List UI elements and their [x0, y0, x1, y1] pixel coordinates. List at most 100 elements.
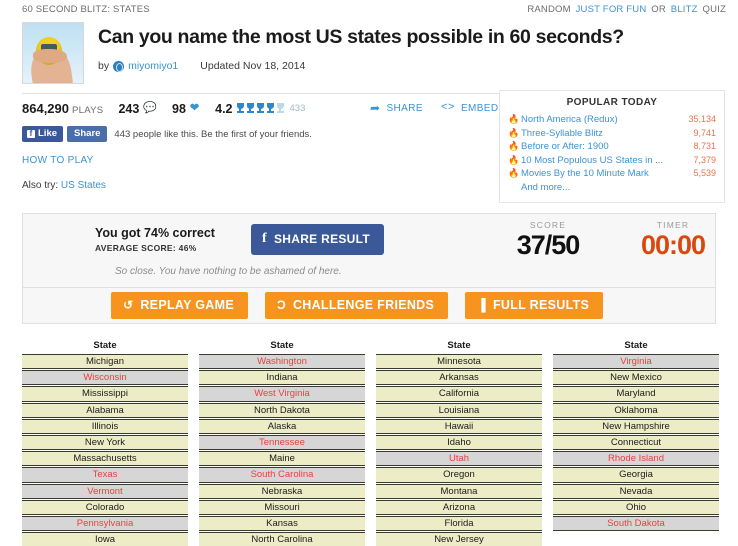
popular-item-name[interactable]: Before or After: 1900	[517, 140, 693, 154]
table-row: New Mexico	[553, 370, 719, 386]
state-name: Wisconsin	[83, 372, 127, 384]
blitz-link[interactable]: BLITZ	[671, 4, 698, 15]
popular-today-item[interactable]: 🔥 Before or After: 1900 8,731	[508, 140, 716, 154]
popular-today-panel: POPULAR TODAY 🔥 North America (Redux) 35,1…	[499, 90, 725, 203]
by-label: by	[98, 60, 110, 72]
trophy-rating-icons[interactable]	[236, 103, 286, 114]
table-row: Arkansas	[376, 370, 542, 386]
favorites-stat[interactable]: 98 ❤	[172, 102, 199, 116]
popular-item-name[interactable]: 10 Most Populous US States in ...	[517, 154, 693, 168]
popular-today-item[interactable]: 🔥 Movies By the 10 Minute Mark 5,539	[508, 167, 716, 181]
rating-count: 433	[289, 103, 306, 114]
state-name: Florida	[444, 518, 474, 530]
facebook-like-button[interactable]: f Like	[22, 126, 64, 142]
state-name: Virginia	[620, 356, 652, 367]
fingers-shape	[33, 49, 67, 63]
state-name: North Carolina	[251, 534, 313, 546]
popular-item-name[interactable]: Three-Syllable Blitz	[517, 127, 693, 141]
also-try-label: Also try:	[22, 180, 59, 191]
state-name: South Carolina	[250, 469, 314, 481]
state-name: Utah	[448, 453, 470, 465]
state-name: Oklahoma	[614, 404, 658, 416]
rating-stat[interactable]: 4.2 433	[215, 102, 305, 116]
state-name: New York	[84, 437, 126, 449]
also-try-link[interactable]: US States	[61, 180, 106, 191]
result-panel: You got 74% correct AVERAGE SCORE: 46% f…	[22, 213, 716, 324]
state-name: Alabama	[86, 404, 124, 416]
quiz-header: Can you name the most US states possible…	[0, 19, 738, 84]
heart-icon: ❤	[189, 102, 200, 114]
replay-icon: ↺	[123, 298, 134, 312]
results-table: State Michigan Wisconsin Mississippi Alabama…	[22, 340, 722, 546]
result-summary: You got 74% correct AVERAGE SCORE: 46% f…	[23, 214, 715, 288]
state-name: Tennessee	[259, 437, 305, 449]
header-text-block: Can you name the most US states possible…	[84, 22, 624, 84]
table-row: Colorado	[22, 499, 188, 516]
popular-and-more-link[interactable]: And more...	[508, 181, 716, 195]
table-row: Ohio	[553, 499, 719, 516]
plays-label: PLAYS	[72, 105, 104, 116]
byline: by miyomiyo1 Updated Nov 18, 2014	[98, 60, 624, 72]
author-link[interactable]: miyomiyo1	[128, 60, 178, 72]
random-label: RANDOM	[527, 4, 571, 15]
embed-code-icon: <>	[440, 102, 455, 114]
popular-item-count: 5,539	[693, 168, 716, 178]
comments-count: 243	[118, 101, 140, 116]
popular-item-name[interactable]: Movies By the 10 Minute Mark	[517, 167, 693, 181]
share-button[interactable]: SHARE	[386, 103, 422, 114]
table-row: South Dakota	[553, 516, 719, 532]
comments-stat[interactable]: 243 💬	[118, 102, 157, 116]
table-row: South Carolina	[199, 467, 365, 483]
popular-item-count: 9,741	[693, 127, 716, 138]
state-name: Mississippi	[82, 388, 128, 400]
state-name: South Dakota	[607, 518, 665, 530]
table-row: Michigan	[22, 354, 188, 370]
share-arrow-icon: ➦	[370, 101, 381, 115]
score-summary-text: You got 74% correct AVERAGE SCORE: 46%	[95, 226, 215, 253]
full-results-button[interactable]: ▐ FULL RESULTS	[465, 292, 604, 319]
facebook-social-text: 443 people like this. Be the first of yo…	[114, 128, 312, 140]
column-header: State	[447, 340, 471, 351]
table-row: Rhode Island	[553, 451, 719, 467]
state-name: Louisiana	[438, 404, 480, 416]
state-name: New Hampshire	[602, 420, 670, 432]
table-row: Arizona	[376, 499, 542, 516]
table-row: Georgia	[553, 467, 719, 483]
percent-correct: You got 74% correct	[95, 226, 215, 240]
table-row: Florida	[376, 516, 542, 532]
replay-button[interactable]: ↺ REPLAY GAME	[111, 292, 248, 319]
popular-today-item[interactable]: 🔥 North America (Redux) 35,134	[508, 113, 716, 127]
flame-icon: 🔥	[508, 114, 520, 124]
state-name: Michigan	[85, 356, 125, 367]
state-name: Montana	[440, 485, 478, 497]
stopwatch-thumbnail-image[interactable]	[22, 22, 84, 84]
quiz-results-page: 60 SECOND BLITZ: STATES RANDOM JUST FOR …	[0, 0, 738, 546]
timer-value: 00:00	[640, 230, 706, 260]
just-for-fun-link[interactable]: JUST FOR FUN	[576, 4, 647, 15]
popular-item-name[interactable]: North America (Redux)	[517, 113, 688, 127]
popular-today-item[interactable]: 🔥 Three-Syllable Blitz 9,741	[508, 127, 716, 141]
plays-count: 864,290	[22, 101, 69, 116]
state-name: Ohio	[625, 501, 647, 513]
table-row: Nebraska	[199, 483, 365, 499]
table-row: North Dakota	[199, 402, 365, 418]
table-row: Washington	[199, 354, 365, 370]
table-row: Louisiana	[376, 402, 542, 418]
or-label: OR	[651, 4, 666, 15]
facebook-f-icon: f	[27, 129, 35, 138]
embed-button[interactable]: EMBED	[461, 103, 499, 114]
breadcrumb[interactable]: 60 SECOND BLITZ: STATES	[22, 4, 150, 15]
share-result-button[interactable]: f SHARE RESULT	[251, 224, 385, 255]
table-row: Vermont	[22, 483, 188, 499]
challenge-friends-button[interactable]: Ɔ CHALLENGE FRIENDS	[264, 292, 449, 319]
rating-value: 4.2	[215, 101, 233, 116]
popular-today-item[interactable]: 🔥 10 Most Populous US States in ... 7,379	[508, 154, 716, 168]
table-row: Connecticut	[553, 435, 719, 451]
table-row: West Virginia	[199, 386, 365, 402]
facebook-share-button[interactable]: Share	[67, 126, 108, 142]
state-name: Iowa	[94, 534, 116, 546]
table-row: Hawaii	[376, 418, 542, 435]
state-name: Kansas	[266, 518, 298, 530]
popular-today-heading: POPULAR TODAY	[566, 97, 658, 108]
table-row: Tennessee	[199, 435, 365, 451]
